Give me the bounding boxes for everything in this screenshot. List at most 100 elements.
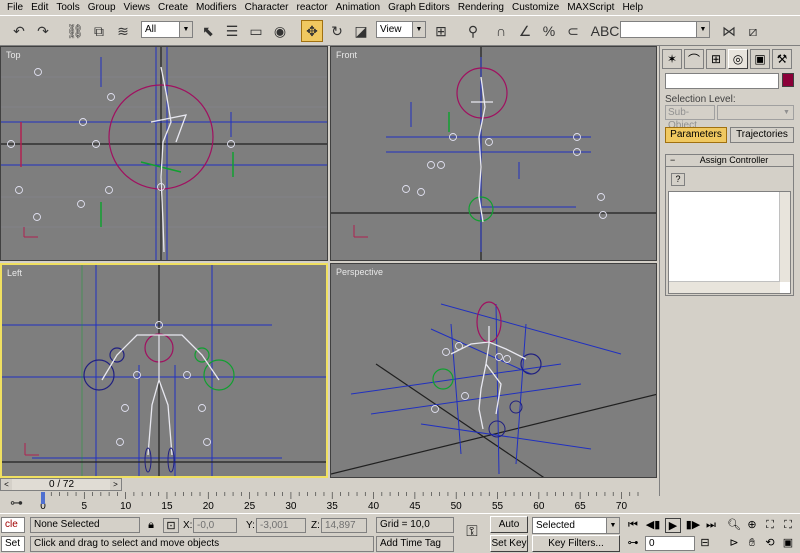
key-mode-select[interactable]: Selected ▼ — [532, 517, 620, 534]
vertical-scrollbar[interactable] — [779, 192, 790, 282]
utilities-tab-icon[interactable]: ⚒ — [772, 49, 792, 69]
viewport-perspective[interactable]: Perspective — [330, 263, 657, 478]
window-crossing-icon[interactable]: ◉ — [269, 20, 291, 42]
current-frame-marker[interactable] — [41, 492, 45, 504]
redo-icon[interactable]: ↷ — [32, 20, 54, 42]
maxscript-listener-top[interactable]: cle — [1, 517, 25, 533]
time-configuration-icon[interactable]: ⊟ — [697, 536, 713, 551]
viewport-label-front[interactable]: Front — [336, 50, 357, 60]
menu-item-file[interactable]: File — [3, 0, 27, 15]
reference-coordinate-select[interactable]: View ▼ — [376, 21, 426, 38]
play-icon[interactable]: ▶ — [665, 518, 681, 533]
sub-object-select[interactable]: ▼ — [717, 105, 794, 120]
bind-space-warp-icon[interactable]: ≋ — [112, 20, 134, 42]
viewport-label-top[interactable]: Top — [6, 50, 21, 60]
pan-icon[interactable]: ✋︎ — [744, 536, 760, 551]
select-by-name-icon[interactable]: ☰ — [221, 20, 243, 42]
add-time-tag-button[interactable]: Add Time Tag — [376, 536, 454, 552]
pivot-center-icon[interactable]: ⊞ — [430, 20, 452, 42]
x-coordinate-field[interactable]: -0,0 — [193, 518, 237, 533]
menu-item-tools[interactable]: Tools — [52, 0, 83, 15]
horizontal-scrollbar[interactable] — [669, 281, 780, 293]
rectangular-selection-icon[interactable]: ▭ — [245, 20, 267, 42]
absolute-mode-icon[interactable]: ⊡ — [163, 518, 179, 533]
menu-item-edit[interactable]: Edit — [27, 0, 52, 15]
y-coordinate-field[interactable]: -3,001 — [256, 518, 306, 533]
maximize-viewport-icon[interactable]: ▣ — [780, 536, 796, 551]
lock-selection-icon[interactable]: 🔒︎ — [143, 518, 159, 533]
menu-item-animation[interactable]: Animation — [332, 0, 384, 15]
arc-rotate-icon[interactable]: ⟲ — [762, 536, 778, 551]
edit-named-selection-icon[interactable]: ABC — [591, 20, 620, 42]
menu-item-modifiers[interactable]: Modifiers — [192, 0, 241, 15]
object-name-field[interactable] — [665, 73, 779, 89]
menu-item-help[interactable]: Help — [618, 0, 647, 15]
display-tab-icon[interactable]: ▣ — [750, 49, 770, 69]
prev-frame-arrow-icon[interactable]: < — [1, 479, 12, 490]
maxscript-listener-bottom[interactable]: Set — [1, 536, 25, 552]
key-filters-button[interactable]: Key Filters... — [532, 535, 620, 552]
motion-tab-icon[interactable]: ◎ — [728, 49, 748, 69]
set-key-button[interactable]: Set Key — [490, 535, 528, 552]
select-and-move-icon[interactable]: ✥ — [301, 20, 323, 42]
next-frame-arrow-icon[interactable]: > — [110, 479, 121, 490]
create-tab-icon[interactable]: ✶ — [662, 49, 682, 69]
menu-item-character[interactable]: Character — [241, 0, 293, 15]
time-slider[interactable]: < 0 / 72 > — [0, 478, 122, 491]
select-object-icon[interactable]: ⬉ — [197, 20, 219, 42]
key-mode-toggle-icon[interactable]: ⊶ — [625, 536, 641, 551]
parameters-button[interactable]: Parameters — [665, 127, 727, 143]
menu-item-graph-editors[interactable]: Graph Editors — [384, 0, 454, 15]
menu-item-group[interactable]: Group — [84, 0, 120, 15]
time-slider-thumb[interactable]: 0 / 72 — [12, 479, 111, 490]
named-selection-set-select[interactable]: ▼ — [620, 21, 710, 38]
trajectories-button[interactable]: Trajectories — [730, 127, 794, 143]
zoom-extents-icon[interactable]: ⛶ — [762, 518, 778, 533]
hierarchy-tab-icon[interactable]: ⊞ — [706, 49, 726, 69]
viewport-front[interactable]: Front — [330, 46, 657, 261]
auto-key-button[interactable]: Auto Key — [490, 516, 528, 545]
viewport-left[interactable]: Left — [0, 263, 328, 478]
align-icon[interactable]: ⧄ — [742, 20, 764, 42]
next-frame-icon[interactable]: ▮▶ — [685, 518, 701, 533]
current-frame-field[interactable]: 0 — [645, 536, 695, 551]
menu-item-reactor[interactable]: reactor — [293, 0, 332, 15]
selection-filter-select[interactable]: All ▼ — [141, 21, 193, 38]
menu-item-maxscript[interactable]: MAXScript — [563, 0, 618, 15]
menu-item-rendering[interactable]: Rendering — [454, 0, 508, 15]
unlink-icon[interactable]: ⧉ — [88, 20, 110, 42]
mirror-icon[interactable]: ⋈ — [718, 20, 740, 42]
zoom-icon[interactable]: 🔍︎ — [726, 518, 742, 533]
menu-item-views[interactable]: Views — [120, 0, 155, 15]
modify-tab-icon[interactable]: ⌒ — [684, 49, 704, 69]
object-color-swatch[interactable] — [782, 73, 794, 87]
viewport-label-left[interactable]: Left — [7, 268, 22, 278]
zoom-extents-all-icon[interactable]: ⛶ — [780, 518, 796, 533]
zoom-all-icon[interactable]: ⊕ — [744, 518, 760, 533]
menu-item-customize[interactable]: Customize — [508, 0, 563, 15]
rollout-header[interactable]: − Assign Controller — [666, 155, 793, 167]
field-of-view-icon[interactable]: ⊳ — [726, 536, 742, 551]
spinner-snap-icon[interactable]: ⊂ — [562, 20, 584, 42]
menu-item-create[interactable]: Create — [154, 0, 192, 15]
previous-frame-icon[interactable]: ◀▮ — [645, 518, 661, 533]
track-bar[interactable]: 0 5 10 15 20 25 30 35 40 45 50 55 60 65 70 ⊶ — [0, 492, 659, 513]
select-and-scale-icon[interactable]: ◪ — [350, 20, 372, 42]
viewport-label-perspective[interactable]: Perspective — [336, 267, 383, 277]
z-coordinate-field[interactable]: 14,897 — [321, 518, 367, 533]
curve-editor-icon[interactable]: ⊶ — [10, 495, 23, 510]
go-to-end-icon[interactable]: ⏭ — [703, 518, 719, 533]
viewport-top[interactable]: Top — [0, 46, 328, 261]
select-and-link-icon[interactable]: ⛓ — [64, 20, 86, 42]
percent-snap-icon[interactable]: % — [538, 20, 560, 42]
select-and-rotate-icon[interactable]: ↻ — [326, 20, 348, 42]
select-and-manipulate-icon[interactable]: ⚲ — [462, 20, 484, 42]
key-icon[interactable]: ⚿ — [460, 524, 484, 539]
sub-object-button[interactable]: Sub-Object — [665, 105, 715, 131]
snap-toggle-icon[interactable]: ∩ — [490, 20, 512, 42]
angle-snap-icon[interactable]: ∠ — [514, 20, 536, 42]
assign-controller-button[interactable]: ? — [671, 173, 685, 186]
go-to-start-icon[interactable]: ⏮ — [625, 518, 641, 533]
controller-tree-list[interactable] — [668, 191, 791, 294]
undo-icon[interactable]: ↶ — [8, 20, 30, 42]
